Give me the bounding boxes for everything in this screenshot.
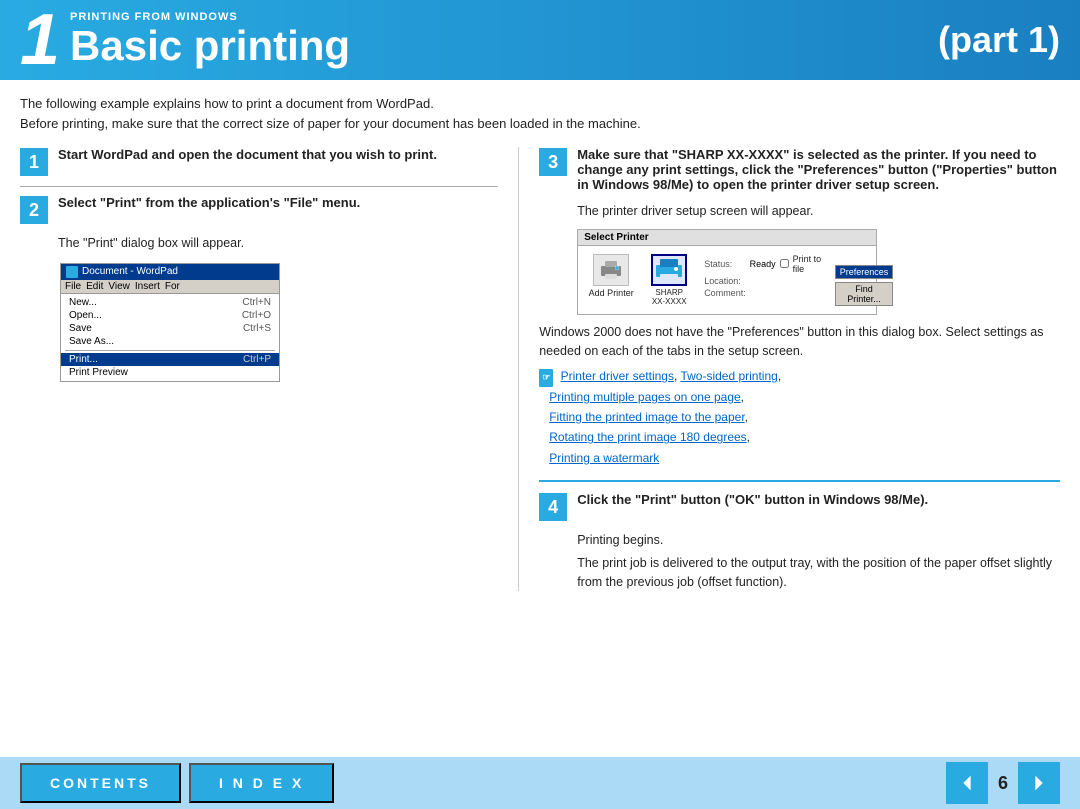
footer-nav: 6 [946, 762, 1060, 804]
printer-screenshot: Select Printer [577, 229, 877, 315]
step-3-text: Make sure that "SHARP XX-XXXX" is select… [577, 147, 1057, 192]
print-to-file-label: Print to file [793, 254, 825, 274]
printer-screenshot-wrapper: Select Printer [539, 229, 1060, 315]
step-4: 4 Click the "Print" button ("OK" button … [539, 492, 1060, 521]
intro-line1: The following example explains how to pr… [20, 96, 434, 111]
footer: CONTENTS I N D E X 6 [0, 757, 1080, 809]
index-button[interactable]: I N D E X [189, 763, 334, 803]
print-to-file-checkbox[interactable] [780, 259, 789, 268]
pss-sharp-icon [651, 254, 687, 286]
pss-status-area: Status: Ready Print to file Location: Co… [704, 254, 825, 306]
ss-item-open: Open...Ctrl+O [61, 309, 279, 322]
next-page-button[interactable] [1018, 762, 1060, 804]
pss-buttons: Preferences Find Printer... [835, 254, 894, 306]
link-two-sided-printing[interactable]: Two-sided printing [680, 369, 777, 383]
page-number: 6 [998, 773, 1008, 794]
header-title: Basic printing [70, 23, 350, 69]
ss-menu-edit: Edit [86, 281, 103, 292]
ss-item-print: Print...Ctrl+P [61, 353, 279, 366]
link-printer-driver-settings[interactable]: Printer driver settings [561, 369, 674, 383]
step-3-note: Windows 2000 does not have the "Preferen… [539, 323, 1060, 361]
main-content: The following example explains how to pr… [0, 80, 1080, 601]
header-titles: PRINTING FROM WINDOWS Basic printing [70, 11, 350, 69]
pss-comment-label: Comment: [704, 288, 759, 298]
step-2-text: Select "Print" from the application's "F… [58, 195, 360, 210]
pss-location-label: Location: [704, 276, 759, 286]
ss-titlebar: Document - WordPad [61, 264, 279, 280]
wordpad-screenshot: Document - WordPad File Edit View Insert… [60, 263, 280, 382]
pss-preferences-btn[interactable]: Preferences [835, 265, 894, 279]
step-divider-1 [20, 186, 498, 187]
page-header: 1 PRINTING FROM WINDOWS Basic printing (… [0, 0, 1080, 80]
left-column: 1 Start WordPad and open the document th… [20, 147, 519, 591]
pss-comment-row: Comment: [704, 288, 825, 298]
step-3-content: Make sure that "SHARP XX-XXXX" is select… [577, 147, 1060, 192]
pss-find-printer-btn[interactable]: Find Printer... [835, 282, 894, 306]
pss-printer-add: Add Printer [586, 254, 636, 306]
ss-menu-insert: Insert [135, 281, 160, 292]
note-icon: ☞ [539, 369, 553, 386]
step-4-text: Click the "Print" button ("OK" button in… [577, 492, 928, 507]
pss-status-value: Ready [750, 259, 776, 269]
step-2-number: 2 [20, 196, 48, 224]
intro-text: The following example explains how to pr… [20, 94, 1060, 133]
step-1-text: Start WordPad and open the document that… [58, 147, 437, 162]
ss-sep [65, 350, 275, 351]
step-4-content: Click the "Print" button ("OK" button in… [577, 492, 1060, 507]
step-1: 1 Start WordPad and open the document th… [20, 147, 498, 176]
ss-item-saveas: Save As... [61, 335, 279, 348]
ss-item-new: New...Ctrl+N [61, 296, 279, 309]
link-multiple-pages[interactable]: Printing multiple pages on one page [549, 390, 740, 404]
step-3-links: ☞ Printer driver settings, Two-sided pri… [539, 366, 1060, 468]
link-watermark[interactable]: Printing a watermark [549, 451, 659, 465]
link-fitting[interactable]: Fitting the printed image to the paper [549, 410, 744, 424]
ss-menu-for: For [165, 281, 180, 292]
contents-button[interactable]: CONTENTS [20, 763, 181, 803]
ss-dropdown-content: New...Ctrl+N Open...Ctrl+O SaveCtrl+S Sa… [61, 294, 279, 381]
step-4-number: 4 [539, 493, 567, 521]
right-column: 3 Make sure that "SHARP XX-XXXX" is sele… [519, 147, 1060, 591]
ss-item-preview: Print Preview [61, 366, 279, 379]
step-2-sub: The "Print" dialog box will appear. [20, 234, 498, 253]
ss-menu-view: View [108, 281, 130, 292]
ss-item-save: SaveCtrl+S [61, 322, 279, 335]
step-1-content: Start WordPad and open the document that… [58, 147, 498, 162]
two-column-layout: 1 Start WordPad and open the document th… [20, 147, 1060, 591]
ss-menu-file: File [65, 281, 81, 292]
pss-add-printer-icon [593, 254, 629, 286]
step-1-number: 1 [20, 148, 48, 176]
pss-location-row: Location: [704, 276, 825, 286]
pss-left: Add Printer [586, 254, 694, 306]
pss-add-printer-label: Add Printer [589, 288, 634, 298]
step-4-sub2: The print job is delivered to the output… [539, 554, 1060, 592]
pss-sharp-label: SHARPXX-XXXX [652, 288, 687, 306]
step-3-number: 3 [539, 148, 567, 176]
step-3-sub: The printer driver setup screen will app… [539, 202, 1060, 221]
pss-status-label: Status: [704, 259, 745, 269]
ss-titlebar-text: Document - WordPad [82, 266, 178, 277]
step-3-note-text: Windows 2000 does not have the "Preferen… [539, 325, 1043, 358]
step-2-content: Select "Print" from the application's "F… [58, 195, 498, 210]
pss-body: Add Printer [578, 246, 876, 314]
chapter-number: 1 [20, 4, 60, 76]
intro-line2: Before printing, make sure that the corr… [20, 116, 641, 131]
step-3: 3 Make sure that "SHARP XX-XXXX" is sele… [539, 147, 1060, 192]
pss-status-row: Status: Ready Print to file [704, 254, 825, 274]
step-2: 2 Select "Print" from the application's … [20, 195, 498, 224]
pss-printers: Add Printer [586, 254, 694, 306]
pss-printer-sharp: SHARPXX-XXXX [644, 254, 694, 306]
next-arrow-icon [1028, 772, 1050, 794]
pss-title: Select Printer [578, 230, 876, 246]
link-rotating[interactable]: Rotating the print image 180 degrees [549, 430, 746, 444]
ss-titlebar-icon [66, 266, 78, 278]
prev-page-button[interactable] [946, 762, 988, 804]
header-part: (part 1) [938, 19, 1060, 61]
step-4-sub1: Printing begins. [539, 531, 1060, 550]
prev-arrow-icon [956, 772, 978, 794]
step-4-container: 4 Click the "Print" button ("OK" button … [539, 480, 1060, 591]
ss-menubar: File Edit View Insert For [61, 280, 279, 294]
